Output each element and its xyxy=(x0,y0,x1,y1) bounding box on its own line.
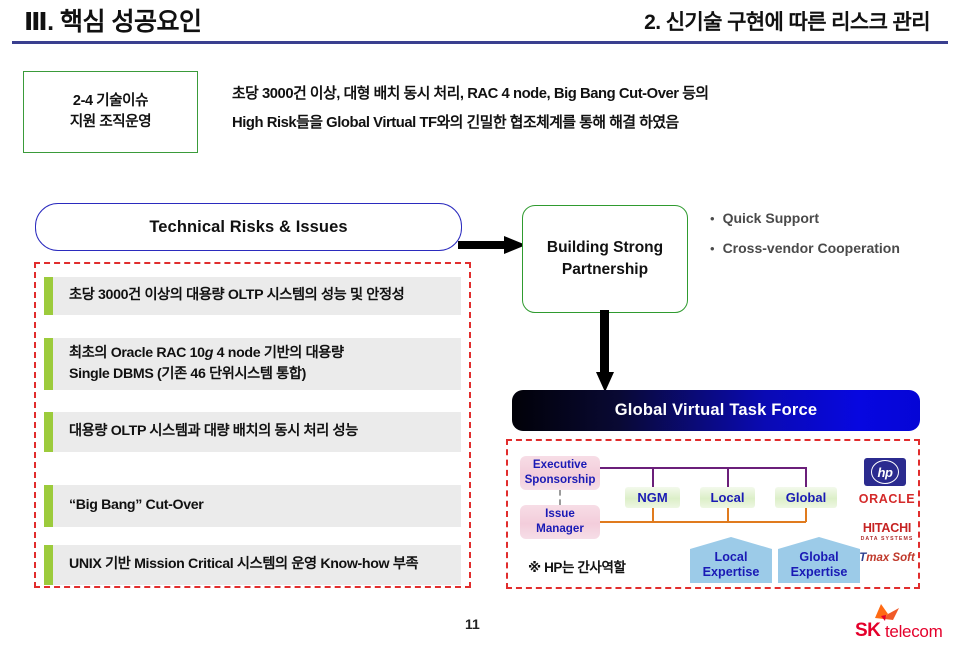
header-section-title: 2. 신기술 구현에 따른 리스크 관리 xyxy=(644,11,930,34)
telecom-logo-text: telecom xyxy=(885,622,943,641)
risk-accent-bar xyxy=(44,545,53,585)
list-item: • Quick Support xyxy=(710,210,940,226)
local-expertise-line1: Local xyxy=(714,549,748,564)
risk-accent-bar xyxy=(44,277,53,315)
hp-logo-icon: hp xyxy=(864,458,906,486)
org-node-ngm: NGM xyxy=(625,487,680,508)
partnership-line2: Partnership xyxy=(561,261,649,278)
global-expertise-line1: Global xyxy=(799,549,839,564)
slide-header: Ⅲ. 핵심 성공요인 2. 신기술 구현에 따른 리스크 관리 xyxy=(0,0,960,46)
risk-accent-bar xyxy=(44,412,53,452)
org-connector-orange-horizontal xyxy=(600,521,806,523)
risk-item: “Big Bang” Cut-Over xyxy=(44,485,461,527)
topic-label-box: 2-4 기술이슈 지원 조직운영 xyxy=(23,71,198,153)
org-connector-purple-drop xyxy=(805,467,807,487)
global-expertise-line2: Expertise xyxy=(790,564,848,579)
org-connector-orange-drop xyxy=(727,508,729,522)
org-node-global: Global xyxy=(775,487,837,508)
risk-item-text-line2: Single DBMS (기존 46 단위시스템 통합) xyxy=(69,366,306,382)
arrow-right-icon xyxy=(458,236,526,254)
org-connector-purple-drop xyxy=(652,467,654,487)
risk-item: 최초의 Oracle RAC 10g 4 node 기반의 대용량 Single… xyxy=(44,338,461,390)
topic-lead-line2: High Risk들을 Global Virtual TF와의 긴밀한 협조체계… xyxy=(232,114,679,131)
issue-manager-line2: Manager xyxy=(536,522,584,535)
issue-manager-line1: Issue xyxy=(545,507,575,521)
global-virtual-task-force-bar: Global Virtual Task Force xyxy=(512,390,920,431)
hp-logo-text: hp xyxy=(871,460,899,484)
hp-role-note: ※ HP는 간사역할 xyxy=(528,560,626,575)
org-connector-orange-drop xyxy=(652,508,654,522)
partnership-bullet-list: • Quick Support • Cross-vendor Cooperati… xyxy=(710,210,940,270)
risk-item-text: 초당 3000건 이상의 대용량 OLTP 시스템의 성능 및 안정성 xyxy=(69,287,405,304)
org-node-global-label: Global xyxy=(785,490,827,505)
risk-item: UNIX 기반 Mission Critical 시스템의 운영 Know-ho… xyxy=(44,545,461,585)
org-connector-orange-drop xyxy=(805,508,807,522)
local-expertise-line2: Expertise xyxy=(702,564,760,579)
bullet-dot-icon: • xyxy=(710,211,715,226)
org-connector-purple-horizontal xyxy=(600,467,806,469)
header-divider-rule xyxy=(12,41,948,44)
risk-item-text-line1: 최초의 Oracle RAC 10g 4 node 기반의 대용량 xyxy=(69,344,344,361)
risk-item: 대용량 OLTP 시스템과 대량 배치의 동시 처리 성능 xyxy=(44,412,461,452)
list-item: • Cross-vendor Cooperation xyxy=(710,240,940,256)
executive-sponsorship-line2: Sponsorship xyxy=(524,473,596,486)
tmaxsoft-logo-text: max Soft xyxy=(866,552,915,564)
sk-telecom-logo: SK telecom xyxy=(855,602,951,642)
org-connector-purple-drop xyxy=(727,467,729,487)
bullet-dot-icon: • xyxy=(710,241,715,256)
risk-accent-bar xyxy=(44,338,53,390)
topic-label-line2: 지원 조직운영 xyxy=(69,114,152,130)
page-number: 11 xyxy=(465,616,480,632)
risk-item-text: “Big Bang” Cut-Over xyxy=(69,497,204,514)
oracle-logo-icon: ORACLE xyxy=(858,492,916,506)
arrow-down-icon xyxy=(596,310,614,392)
vendor-logo-group: hp ORACLE HITACHI DATA SYSTEMS Tmax Soft xyxy=(856,455,918,583)
org-node-local-label: Local xyxy=(710,490,745,505)
topic-label-line1: 2-4 기술이슈 xyxy=(72,92,149,109)
hitachi-logo-sub: DATA SYSTEMS xyxy=(860,536,914,542)
topic-lead-text: 초당 3000건 이상, 대형 배치 동시 처리, RAC 4 node, Bi… xyxy=(232,80,944,138)
sk-logo-text: SK xyxy=(855,620,881,641)
topic-lead-line1: 초당 3000건 이상, 대형 배치 동시 처리, RAC 4 node, Bi… xyxy=(232,86,709,102)
global-virtual-task-force-label: Global Virtual Task Force xyxy=(614,401,818,419)
org-node-ngm-label: NGM xyxy=(637,490,668,505)
hitachi-logo-icon: HITACHI DATA SYSTEMS xyxy=(856,521,918,542)
risk-item-text: 최초의 Oracle RAC 10g 4 node 기반의 대용량 Single… xyxy=(53,343,352,386)
risk-item-text: 대용량 OLTP 시스템과 대량 배치의 동시 처리 성능 xyxy=(69,423,358,440)
tmaxsoft-logo-icon: Tmax Soft xyxy=(856,552,918,564)
executive-sponsorship-box: Executive Sponsorship xyxy=(520,456,600,490)
partnership-bullet-text: Cross-vendor Cooperation xyxy=(722,240,900,256)
technical-risks-title-label: Technical Risks & Issues xyxy=(149,217,348,236)
partnership-bullet-text: Quick Support xyxy=(722,210,820,226)
org-connector-dashed-vertical xyxy=(559,490,563,505)
risk-item: 초당 3000건 이상의 대용량 OLTP 시스템의 성능 및 안정성 xyxy=(44,277,461,315)
header-chapter-title: Ⅲ. 핵심 성공요인 xyxy=(24,8,202,36)
org-node-local: Local xyxy=(700,487,755,508)
partnership-line1: Building Strong xyxy=(546,238,664,256)
risk-accent-bar xyxy=(44,485,53,527)
executive-sponsorship-line1: Executive xyxy=(532,458,588,472)
issue-manager-box: Issue Manager xyxy=(520,505,600,539)
building-strong-partnership-box: Building Strong Partnership xyxy=(522,205,688,313)
risk-item-text: UNIX 기반 Mission Critical 시스템의 운영 Know-ho… xyxy=(69,556,419,573)
technical-risks-title-box: Technical Risks & Issues xyxy=(35,203,462,251)
hitachi-logo-main: HITACHI xyxy=(862,521,912,535)
